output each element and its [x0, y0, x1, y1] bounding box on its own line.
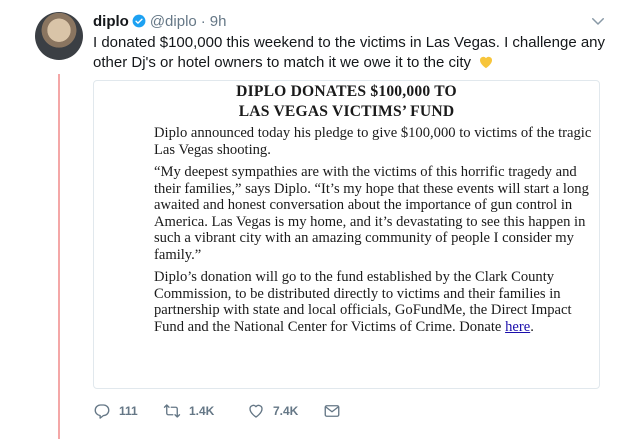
- direct-message-button[interactable]: [323, 402, 349, 420]
- heart-icon: [249, 404, 263, 418]
- reply-count: 111: [119, 404, 138, 418]
- tweet-text: I donated $100,000 this weekend to the v…: [93, 33, 618, 73]
- tweet-header: diplo @diplo · 9h: [93, 11, 607, 31]
- title-line-1: DIPLO DONATES $100,000 TO: [236, 83, 457, 100]
- press-release-image[interactable]: DIPLO DONATES $100,000 TO LAS VEGAS VICT…: [93, 80, 600, 389]
- paragraph-2: “My deepest sympathies are with the vict…: [154, 164, 589, 263]
- like-button[interactable]: 7.4K: [247, 402, 323, 420]
- chevron-down-icon[interactable]: [589, 12, 607, 30]
- press-release-body: Diplo announced today his pledge to give…: [154, 125, 594, 341]
- tweet-body: I donated $100,000 this weekend to the v…: [93, 34, 606, 71]
- paragraph-1: Diplo announced today his pledge to give…: [154, 125, 592, 158]
- like-count: 7.4K: [273, 404, 299, 418]
- retweet-button[interactable]: 1.4K: [163, 402, 247, 420]
- retweet-icon: [163, 404, 181, 418]
- timestamp[interactable]: 9h: [210, 13, 227, 30]
- display-name[interactable]: diplo: [93, 13, 129, 30]
- avatar[interactable]: [35, 12, 83, 60]
- title-line-2: LAS VEGAS VICTIMS’ FUND: [238, 103, 455, 120]
- separator-dot: ·: [200, 12, 206, 30]
- tweet-actions: 111 1.4K 7.4K: [93, 400, 349, 422]
- yellow-heart-emoji: [480, 56, 493, 69]
- retweet-count: 1.4K: [189, 404, 215, 418]
- reply-button[interactable]: 111: [93, 402, 163, 420]
- press-release-title: DIPLO DONATES $100,000 TO LAS VEGAS VICT…: [94, 82, 599, 122]
- handle[interactable]: @diplo: [150, 13, 197, 30]
- paragraph-3: Diplo’s donation will go to the fund est…: [154, 269, 594, 335]
- reply-icon: [94, 404, 110, 419]
- verified-badge-icon: [132, 14, 146, 28]
- donate-link[interactable]: here: [505, 319, 530, 335]
- paragraph-3-end: .: [530, 318, 534, 335]
- thread-line: [58, 74, 60, 439]
- envelope-icon: [324, 405, 340, 417]
